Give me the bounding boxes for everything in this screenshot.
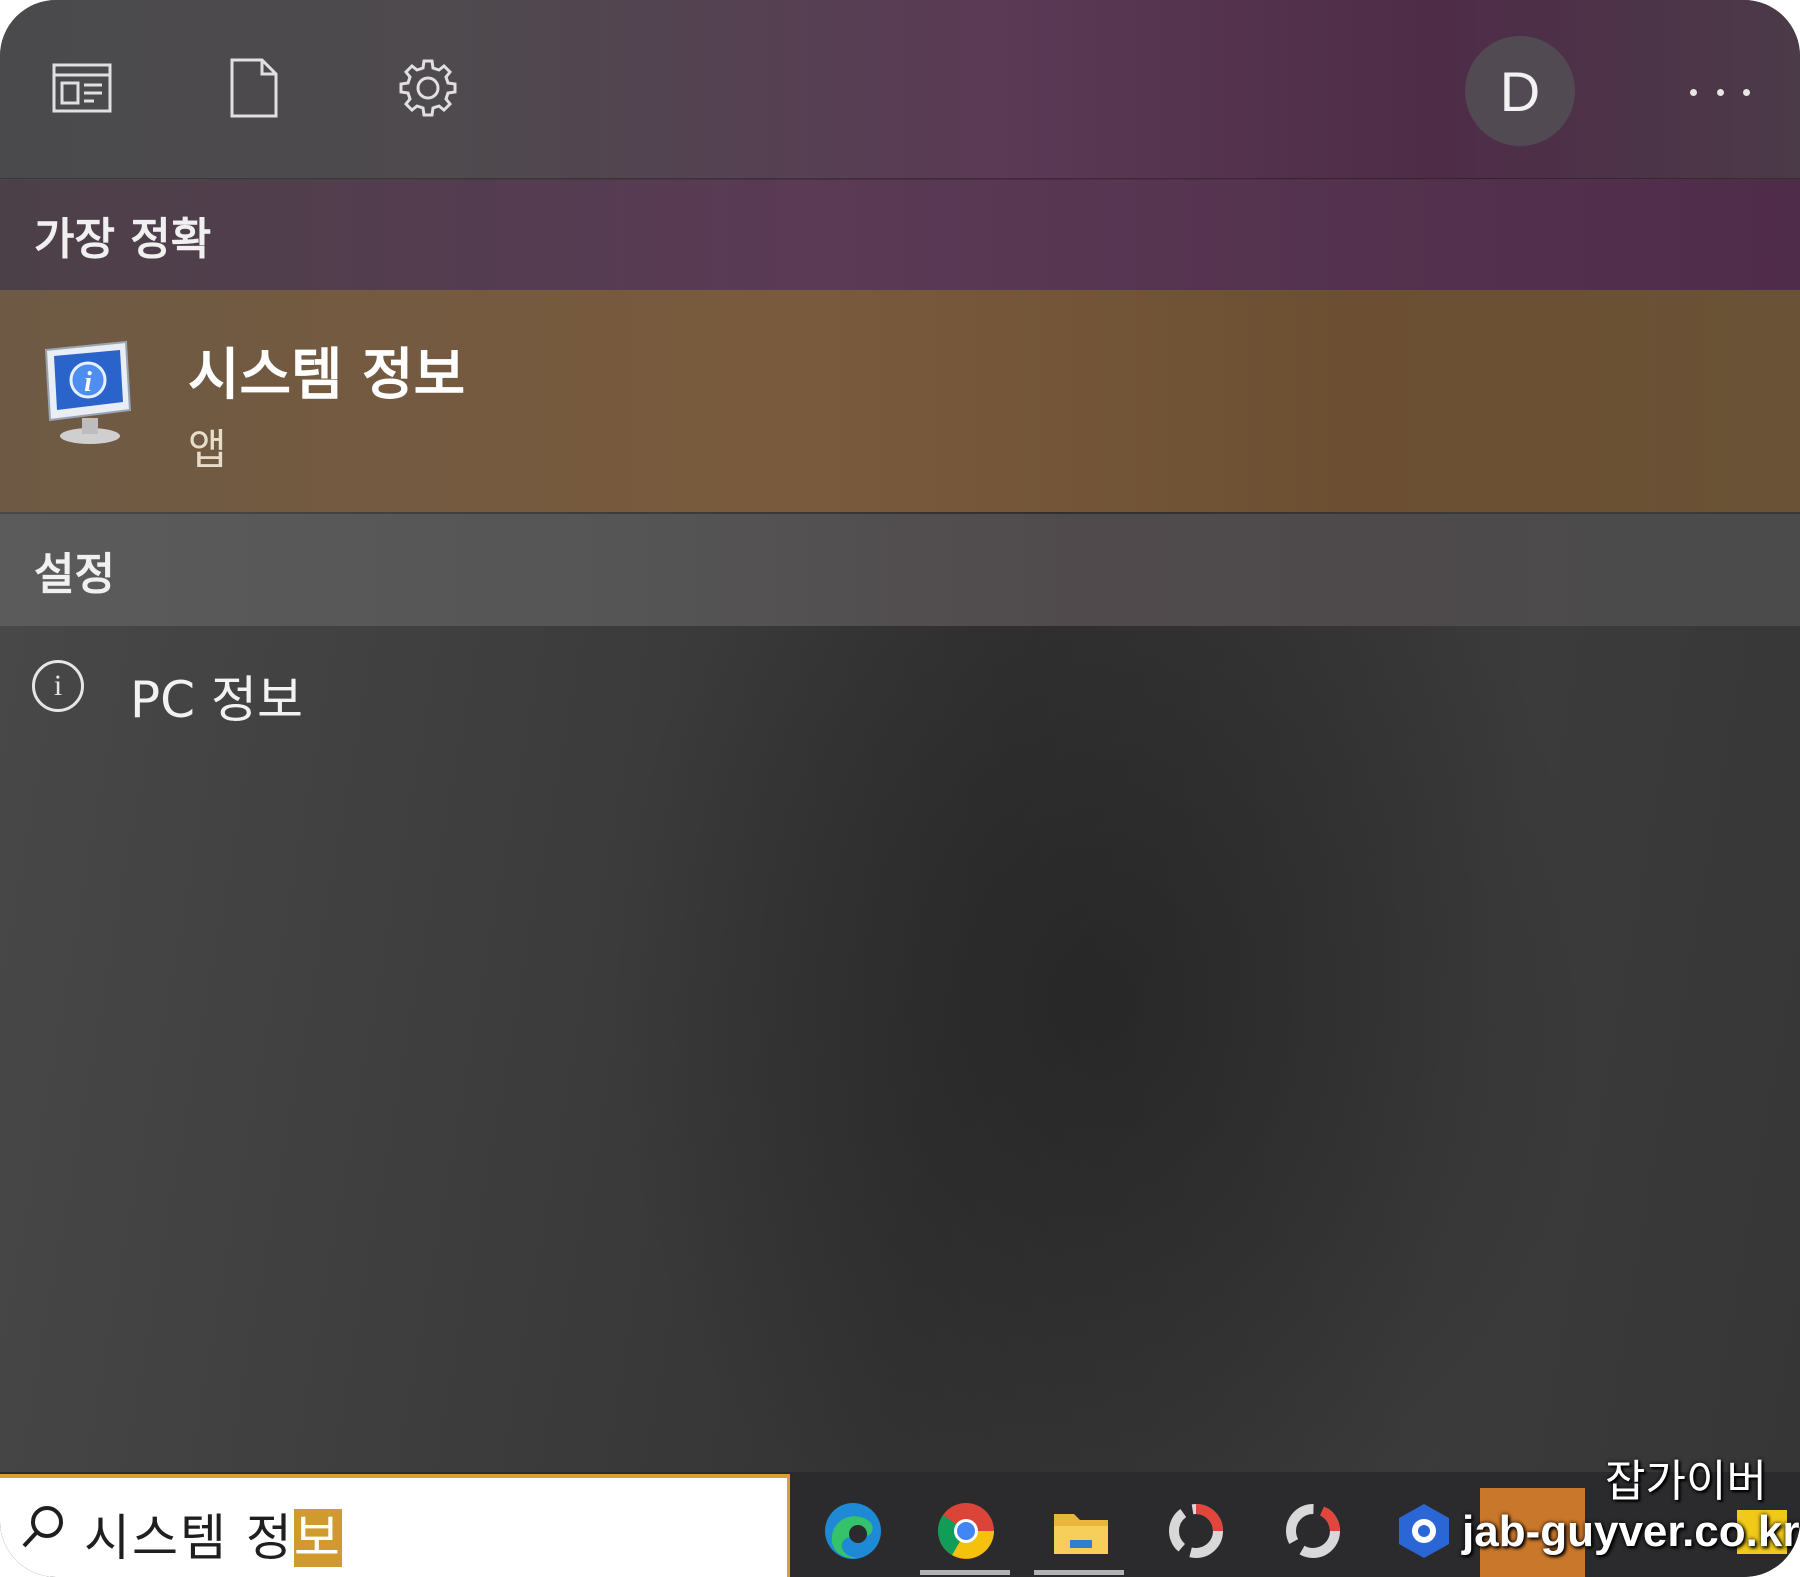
search-selected-text: 보 [293, 1509, 342, 1567]
best-match-heading-label: 가장 정확 [34, 214, 212, 265]
system-information-app-icon: i [40, 340, 140, 450]
best-match-result[interactable]: i 시스템 정보 앱 [0, 290, 1800, 512]
ellipsis-icon[interactable] [1690, 72, 1750, 112]
settings-heading-label: 설정 [34, 549, 115, 600]
pinned-app-icon[interactable] [1393, 1500, 1455, 1562]
settings-heading: 설정 [0, 514, 1800, 626]
chrome-icon[interactable] [935, 1500, 997, 1562]
best-match-heading: 가장 정확 [0, 180, 1800, 290]
settings-result-pc-info[interactable]: i PC 정보 [0, 630, 1800, 750]
svg-text:i: i [84, 367, 92, 398]
recorder-icon[interactable] [1165, 1500, 1227, 1562]
top-toolbar: D [0, 0, 1800, 179]
search-input[interactable]: 시스템 정보 [84, 1498, 342, 1570]
search-typed-text: 시스템 정 [84, 1509, 294, 1567]
start-search-panel: D 가장 정확 i 시스템 정보 앱 설정 i PC 정보 시스템 정보 잡가이… [0, 0, 1800, 1577]
apps-icon[interactable] [50, 56, 114, 120]
explorer-running-indicator [1034, 1570, 1124, 1575]
edge-icon[interactable] [822, 1500, 884, 1562]
file-explorer-icon[interactable] [1050, 1500, 1112, 1562]
watermark-name: 잡가이버 [1605, 1456, 1767, 1507]
document-icon[interactable] [222, 56, 286, 120]
avatar-letter: D [1499, 59, 1541, 123]
info-circle-icon: i [32, 660, 84, 712]
watermark-url: jab-guyver.co.kr [1462, 1507, 1800, 1556]
search-icon [18, 1502, 68, 1552]
best-match-title: 시스템 정보 [188, 343, 466, 408]
user-avatar[interactable]: D [1465, 36, 1575, 146]
chrome-running-indicator [920, 1570, 1010, 1575]
obs-icon[interactable] [1282, 1500, 1344, 1562]
best-match-subtitle: 앱 [188, 425, 227, 474]
settings-icon[interactable] [396, 56, 460, 120]
taskbar-search-box[interactable]: 시스템 정보 [0, 1474, 790, 1577]
settings-result-label: PC 정보 [130, 671, 303, 729]
